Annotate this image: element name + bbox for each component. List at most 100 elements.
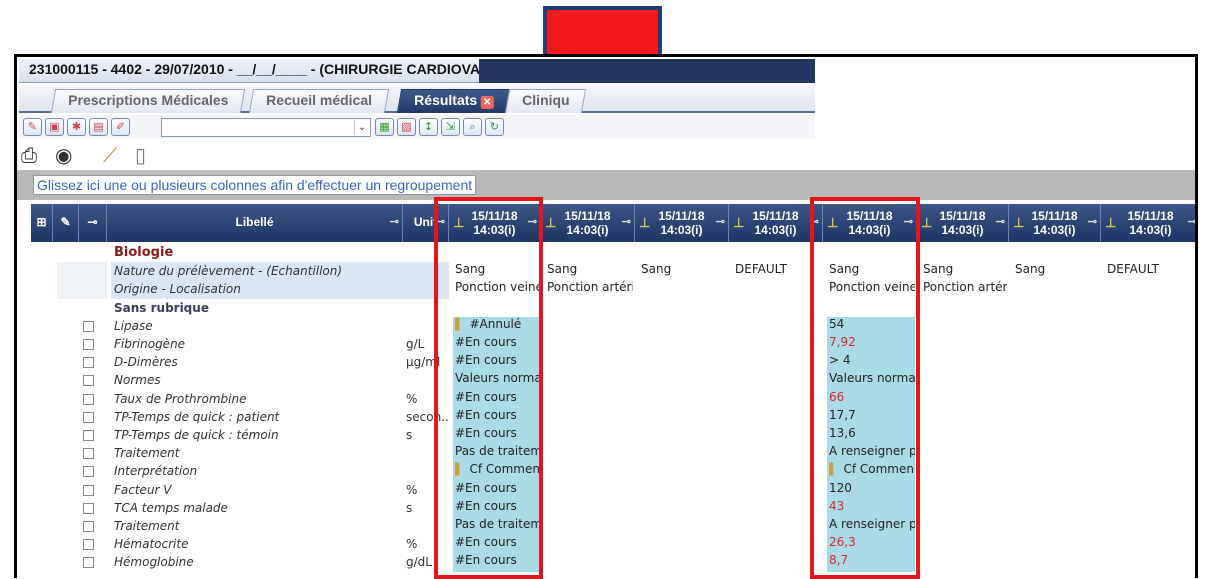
result-cell[interactable]: Sang	[1013, 262, 1099, 280]
application-window: 231000115 - 4402 - 29/07/2010 - __/__/__…	[14, 54, 1198, 578]
grouping-hint: Glissez ici une ou plusieurs colonnes af…	[33, 175, 477, 195]
move-icon[interactable]: ↕	[419, 118, 438, 136]
document-icon[interactable]: ▣	[45, 118, 64, 136]
table-row[interactable]: Origine - LocalisationPonction veine...P…	[31, 280, 1195, 299]
table-row[interactable]: Fibrinogène g/L #En cours 7,92	[31, 335, 1195, 354]
tab-recueil[interactable]: Recueil médical	[248, 89, 389, 113]
pin-icon[interactable]: ⊸	[1088, 215, 1097, 228]
pencil-icon[interactable]: ✎	[23, 118, 42, 136]
row-checkbox[interactable]	[83, 484, 94, 496]
pin-icon[interactable]: ⊸	[1188, 215, 1195, 228]
row-checkbox[interactable]	[83, 502, 94, 514]
pin-icon[interactable]: ⊸	[79, 204, 107, 242]
result-cell[interactable]: DEFAULT	[733, 262, 821, 280]
header-result-column[interactable]: ⊥ 15/11/18 14:03(i) ⊸	[1009, 204, 1101, 242]
column-chooser-icon[interactable]: ⊞	[31, 204, 53, 242]
column-date: 15/11/18	[564, 209, 611, 223]
row-checkbox[interactable]	[83, 357, 94, 369]
pin-icon[interactable]: ⊸	[716, 215, 725, 228]
tab-prescriptions[interactable]: Prescriptions Médicales	[50, 89, 246, 113]
header-result-column[interactable]: ⊥ 15/11/18 14:03(i) ⊸	[917, 204, 1009, 242]
folder-icon[interactable]: ▤	[89, 118, 108, 136]
row-checkbox[interactable]	[83, 448, 94, 460]
row-checkbox[interactable]	[83, 339, 94, 350]
row-checkbox[interactable]	[83, 539, 94, 551]
pin-icon[interactable]: ⊸	[996, 215, 1005, 228]
table-row[interactable]: Taux de Prothrombine% #En cours 66	[31, 389, 1195, 408]
table-row[interactable]: TP-Temps de quick : témoin s #En cours 13,6	[31, 426, 1195, 445]
table-row[interactable]: Nature du prélèvement - (Echantillon) San…	[31, 262, 1195, 281]
filter-combo[interactable]: ⌄	[161, 118, 371, 137]
edit-icon[interactable]: ✐	[111, 118, 130, 136]
tab-resultats[interactable]: Résultats ✕	[396, 89, 512, 113]
grid-header: ⊞ ✎ ⊸ Libellé ⊸ Unit ⊸ ⊥ 15/11/18 14:03(i) ⊸ ⊥…	[31, 204, 1195, 242]
table-row[interactable]: TP-Temps de quick : patient secon... #En c…	[31, 407, 1195, 426]
search-icon[interactable]: ⌕	[463, 118, 482, 136]
import-icon[interactable]: ▧	[397, 118, 416, 136]
titlebar-band	[479, 59, 815, 83]
result-cell[interactable]: Sang	[921, 262, 1007, 280]
row-label: Hémoglobine	[114, 555, 194, 570]
pin-icon[interactable]: ⊸	[390, 215, 399, 228]
row-checkbox[interactable]	[83, 557, 94, 569]
row-checkbox[interactable]	[83, 430, 94, 441]
result-cell[interactable]: Ponction artéri...	[921, 280, 1007, 298]
chart-icon[interactable]: ⟋	[103, 143, 117, 167]
column-time: 14:03(i)	[566, 223, 609, 237]
row-selector	[57, 280, 107, 299]
result-cell[interactable]: DEFAULT	[1105, 262, 1195, 280]
table-row[interactable]: Biologie	[31, 244, 1195, 262]
highlight-box-left	[434, 197, 543, 579]
header-result-column[interactable]: ⊥ 15/11/18 14:03(i) ⊸	[1101, 204, 1195, 242]
eye-icon[interactable]: ◉	[55, 143, 72, 167]
column-date: 15/11/18	[939, 209, 986, 223]
table-row[interactable]: TCA temps malade s #En cours 43	[31, 498, 1195, 517]
table-row[interactable]: Interprétation▌Cf Commen...▌Cf Commen...	[31, 462, 1195, 481]
pin-icon[interactable]: ⊸	[622, 215, 631, 228]
row-checkbox[interactable]	[83, 411, 94, 423]
chevron-down-icon[interactable]: ⌄	[354, 120, 369, 135]
column-time: 14:03(i)	[660, 223, 703, 237]
tab-strip: Prescriptions Médicales Recueil médical …	[19, 85, 815, 113]
row-checkbox[interactable]	[83, 393, 94, 405]
expand-icon[interactable]: ⇲	[441, 118, 460, 136]
result-cell[interactable]: Sang	[545, 262, 633, 280]
row-label: Origine - Localisation	[111, 280, 403, 299]
result-cell[interactable]: Ponction artéri...	[545, 280, 633, 298]
printer-icon[interactable]: ⎙	[21, 143, 37, 167]
close-tab-icon[interactable]: ✕	[480, 96, 494, 109]
refresh-icon[interactable]: ↻	[485, 118, 504, 136]
header-result-column[interactable]: ⊥ 15/11/18 14:03(i) ⊸	[729, 204, 823, 242]
toolbar-primary: ✎ ▣ ✱ ▤ ✐ ⌄ ▦ ▧ ↕ ⇲ ⌕ ↻	[19, 115, 815, 139]
table-row[interactable]: Lipase ▌ #Annulé 54	[31, 316, 1195, 335]
header-result-column[interactable]: ⊥ 15/11/18 14:03(i) ⊸	[541, 204, 635, 242]
star-icon[interactable]: ✱	[67, 118, 86, 136]
results-grid: Biologie Nature du prélèvement - (Echanti…	[31, 244, 1195, 578]
table-row[interactable]: D-Dimères µg/ml #En cours > 4	[31, 353, 1195, 372]
table-row[interactable]: TraitementPas de traitem...A renseigner …	[31, 444, 1195, 463]
clipboard-icon[interactable]: ▯	[135, 143, 146, 167]
table-row[interactable]: Sans rubrique	[31, 299, 1195, 317]
table-row[interactable]: TraitementPas de traitem...A renseigner …	[31, 517, 1195, 536]
toolbar-secondary: ⎙ ◉ ⟋ ▯	[19, 141, 815, 167]
header-libelle[interactable]: Libellé ⊸	[107, 204, 403, 242]
column-date: 15/11/18	[1031, 209, 1078, 223]
tab-clinique[interactable]: Cliniqu	[504, 89, 587, 113]
row-checkbox[interactable]	[83, 466, 94, 478]
column-date: 15/11/18	[658, 209, 705, 223]
row-checkbox[interactable]	[83, 375, 94, 387]
row-label: TP-Temps de quick : patient	[114, 409, 280, 424]
table-row[interactable]: Facteur V% #En cours 120	[31, 480, 1195, 499]
grouping-panel[interactable]: Glissez ici une ou plusieurs colonnes af…	[17, 170, 1195, 200]
edit-column-icon[interactable]: ✎	[53, 204, 79, 242]
row-checkbox[interactable]	[83, 521, 94, 532]
table-row[interactable]: Hématocrite% #En cours 26,3	[31, 535, 1195, 554]
row-label: Taux de Prothrombine	[114, 391, 247, 406]
header-result-column[interactable]: ⊥ 15/11/18 14:03(i) ⊸	[635, 204, 729, 242]
row-checkbox[interactable]	[83, 320, 94, 332]
result-cell[interactable]: Sang	[639, 262, 727, 280]
table-row[interactable]: Hémoglobine g/dL #En cours 8,7	[31, 553, 1195, 572]
export-icon[interactable]: ▦	[375, 118, 394, 136]
row-label: D-Dimères	[114, 355, 178, 370]
table-row[interactable]: NormesValeurs norma...Valeurs norma...	[31, 371, 1195, 390]
